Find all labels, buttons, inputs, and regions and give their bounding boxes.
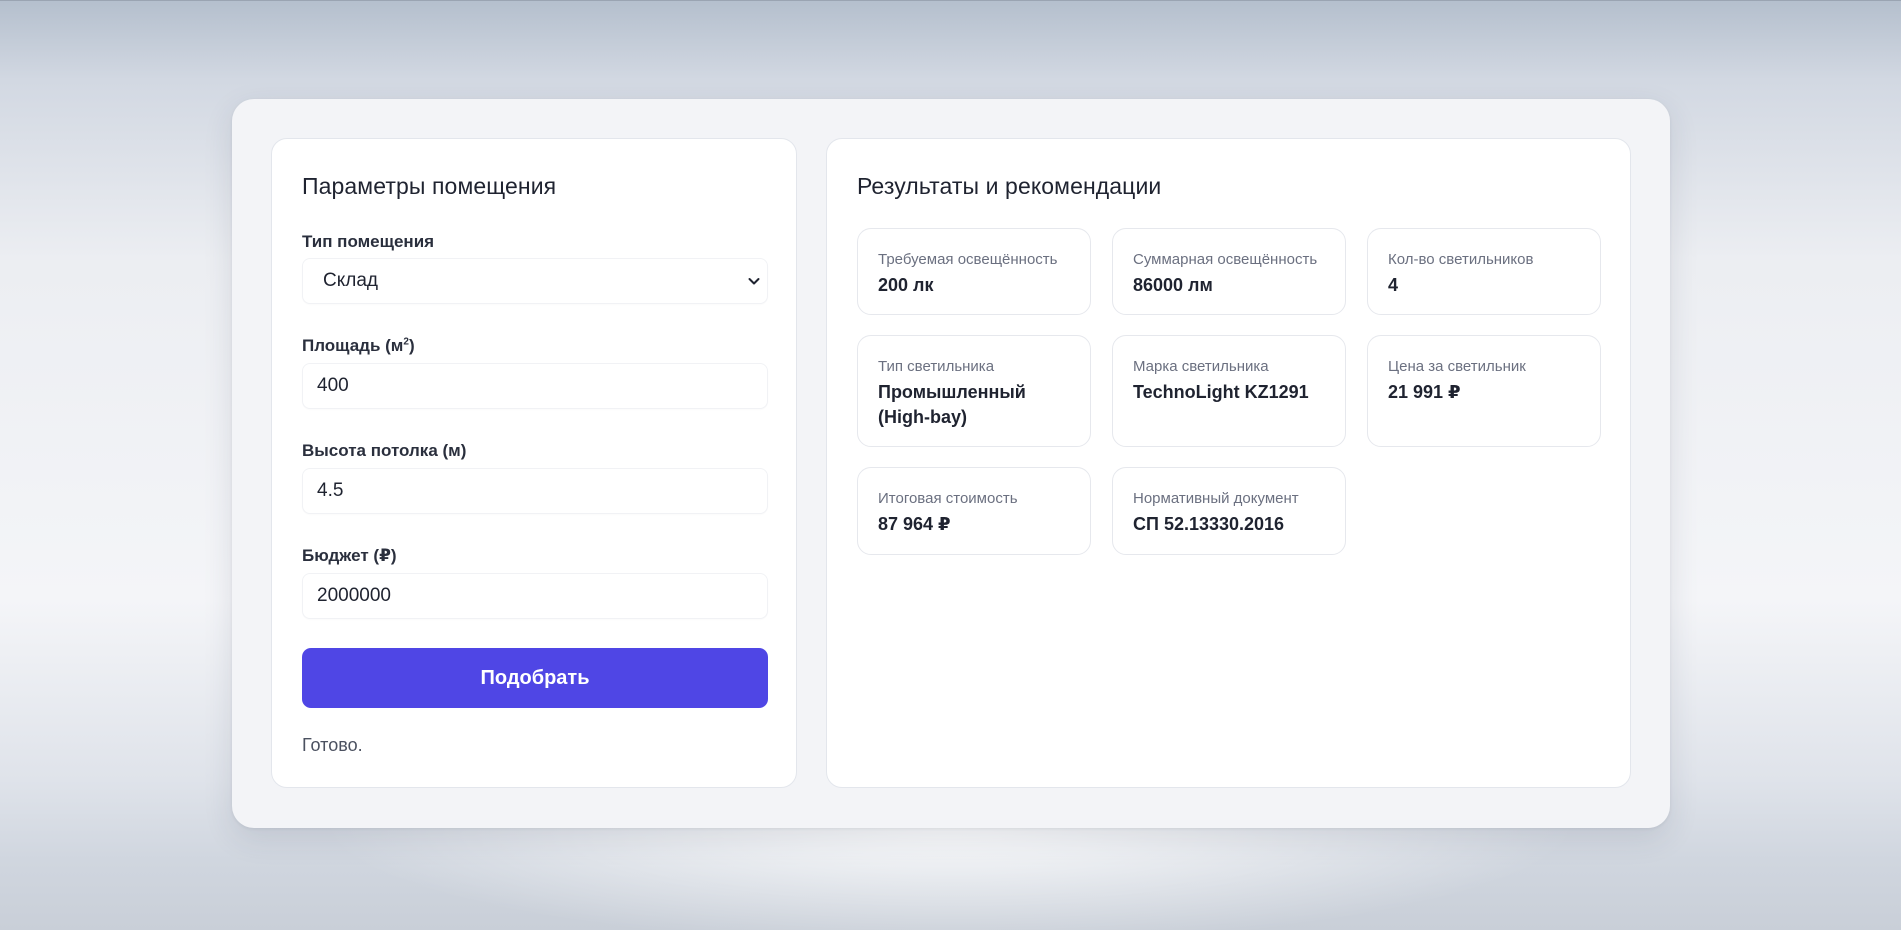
results-title: Результаты и рекомендации bbox=[857, 173, 1162, 199]
area-value: 400 bbox=[317, 375, 349, 396]
result-card-value: 21 991 ₽ bbox=[1388, 382, 1461, 402]
result-card-value: Промышленный (High-bay) bbox=[878, 382, 1026, 427]
result-card-total-cost: Итоговая стоимость 87 964 ₽ bbox=[857, 467, 1091, 555]
result-card-value: 200 лк bbox=[878, 275, 934, 295]
result-card-label: Марка светильника bbox=[1133, 358, 1269, 375]
result-card-fixture-count: Кол-во светильников 4 bbox=[1367, 228, 1601, 315]
chevron-down-icon bbox=[748, 278, 760, 285]
room-type-label: Тип помещения bbox=[302, 232, 435, 251]
app-container: Параметры помещения Тип помещения Склад … bbox=[232, 99, 1670, 828]
window-top-border bbox=[0, 0, 1901, 1]
area-input[interactable]: 400 bbox=[302, 363, 768, 409]
result-card-label: Требуемая освещённость bbox=[878, 251, 1058, 268]
result-card-value: TechnoLight KZ1291 bbox=[1133, 382, 1309, 402]
result-card-label: Итоговая стоимость bbox=[878, 490, 1018, 507]
submit-button[interactable]: Подобрать bbox=[302, 648, 768, 708]
status-text: Готово. bbox=[302, 735, 363, 755]
budget-label: Бюджет (₽) bbox=[302, 546, 397, 565]
ceiling-height-value: 4.5 bbox=[317, 480, 344, 501]
budget-input[interactable]: 2000000 bbox=[302, 573, 768, 619]
budget-value: 2000000 bbox=[317, 585, 391, 606]
ceiling-height-input[interactable]: 4.5 bbox=[302, 468, 768, 514]
room-parameters-panel: Параметры помещения Тип помещения Склад … bbox=[271, 138, 797, 788]
result-card-value: 87 964 ₽ bbox=[878, 514, 951, 534]
room-type-select[interactable]: Склад bbox=[302, 258, 768, 304]
ceiling-height-label: Высота потолка (м) bbox=[302, 441, 467, 460]
result-card-value: 4 bbox=[1388, 275, 1399, 295]
room-parameters-title: Параметры помещения bbox=[302, 173, 557, 199]
result-card-label: Тип светильника bbox=[878, 358, 995, 375]
result-card-required-illuminance: Требуемая освещённость 200 лк bbox=[857, 228, 1091, 315]
result-card-unit-price: Цена за светильник 21 991 ₽ bbox=[1367, 335, 1601, 447]
room-type-value: Склад bbox=[323, 270, 378, 291]
result-card-label: Цена за светильник bbox=[1388, 358, 1526, 375]
result-card-label: Кол-во светильников bbox=[1388, 251, 1534, 268]
result-card-fixture-brand: Марка светильника TechnoLight KZ1291 bbox=[1112, 335, 1346, 447]
result-card-fixture-type: Тип светильника Промышленный (High-bay) bbox=[857, 335, 1091, 447]
result-card-value: 86000 лм bbox=[1133, 275, 1213, 295]
results-panel: Результаты и рекомендации Требуемая осве… bbox=[826, 138, 1631, 788]
result-card-total-flux: Суммарная освещённость 86000 лм bbox=[1112, 228, 1346, 315]
result-card-label: Суммарная освещённость bbox=[1133, 251, 1318, 268]
result-card-regulatory-document: Нормативный документ СП 52.13330.2016 bbox=[1112, 467, 1346, 555]
area-label: Площадь (м2) bbox=[302, 336, 415, 355]
result-card-value: СП 52.13330.2016 bbox=[1133, 514, 1285, 534]
result-card-label: Нормативный документ bbox=[1133, 490, 1299, 507]
